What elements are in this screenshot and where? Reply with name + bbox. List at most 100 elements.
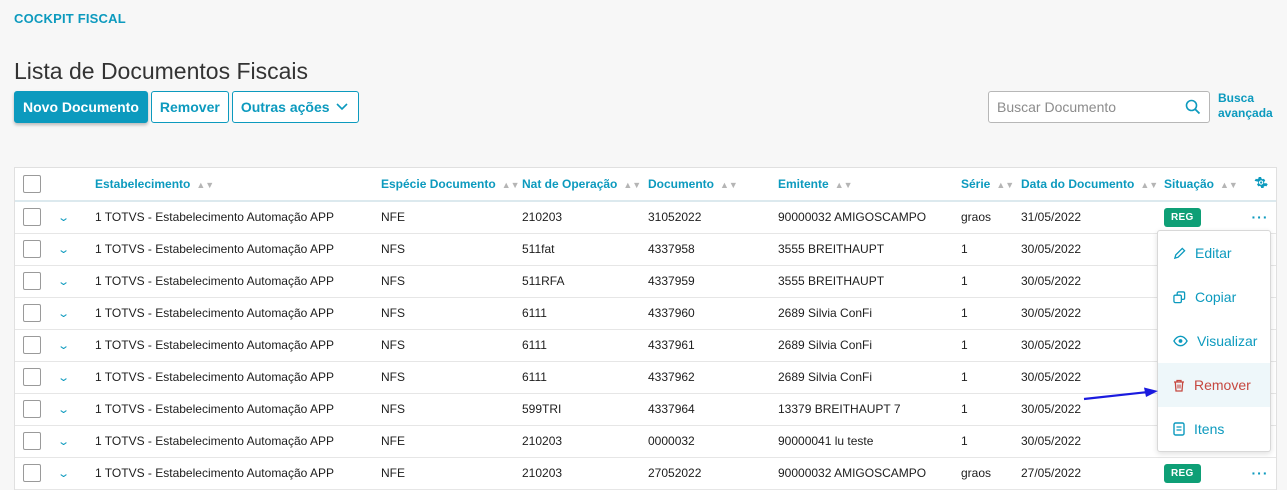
table-row[interactable]: ⌄ 1 TOTVS - Estabelecimento Automação APP… bbox=[15, 265, 1276, 297]
sort-icon[interactable]: ▲▼ bbox=[502, 180, 520, 190]
expand-chevron-icon[interactable]: ⌄ bbox=[59, 307, 70, 320]
column-header[interactable]: Nat de Operação ▲▼ bbox=[522, 168, 648, 201]
table-row[interactable]: ⌄ 1 TOTVS - Estabelecimento Automação APP… bbox=[15, 329, 1276, 361]
sort-icon[interactable]: ▲▼ bbox=[1220, 180, 1238, 190]
cell-doc: 27052022 bbox=[648, 466, 702, 480]
column-header-label: Emitente bbox=[778, 177, 829, 191]
column-header[interactable]: Situação ▲▼ bbox=[1164, 168, 1242, 201]
row-checkbox[interactable] bbox=[23, 368, 41, 386]
cell-estab: 1 TOTVS - Estabelecimento Automação APP bbox=[95, 338, 335, 352]
cell-estab: 1 TOTVS - Estabelecimento Automação APP bbox=[95, 370, 335, 384]
sort-icon[interactable]: ▲▼ bbox=[196, 180, 214, 190]
table-row[interactable]: ⌄ 1 TOTVS - Estabelecimento Automação APP… bbox=[15, 233, 1276, 265]
cell-especie: NFE bbox=[381, 434, 405, 448]
expand-chevron-icon[interactable]: ⌄ bbox=[59, 435, 70, 448]
advanced-search-link[interactable]: Busca avançada bbox=[1218, 91, 1278, 121]
column-header[interactable]: Série ▲▼ bbox=[961, 168, 1021, 201]
cell-serie: graos bbox=[961, 210, 992, 225]
cell-doc: 4337962 bbox=[648, 370, 695, 384]
row-checkbox[interactable] bbox=[23, 304, 41, 322]
gear-icon[interactable] bbox=[1253, 175, 1268, 190]
cell-serie: 1 bbox=[961, 274, 968, 288]
copy-icon bbox=[1173, 290, 1186, 303]
search-icon[interactable] bbox=[1185, 99, 1201, 115]
cell-especie: NFS bbox=[381, 306, 405, 320]
pencil-icon bbox=[1173, 246, 1186, 259]
expand-chevron-icon[interactable]: ⌄ bbox=[59, 371, 70, 384]
annotation-arrow-icon bbox=[1083, 387, 1158, 401]
other-actions-button[interactable]: Outras ações bbox=[231, 91, 359, 123]
cell-especie: NFS bbox=[381, 370, 405, 384]
more-icon[interactable]: ··· bbox=[1252, 209, 1269, 225]
remove-button[interactable]: Remover bbox=[150, 91, 229, 123]
cell-emitente: 2689 Silvia ConFi bbox=[778, 370, 873, 384]
cell-serie: 1 bbox=[961, 242, 968, 256]
menu-item-remove[interactable]: Remover bbox=[1158, 363, 1270, 407]
status-badge: REG bbox=[1164, 207, 1201, 227]
expand-chevron-icon[interactable]: ⌄ bbox=[59, 211, 70, 224]
page-title: Lista de Documentos Fiscais bbox=[14, 58, 309, 84]
row-checkbox[interactable] bbox=[23, 272, 41, 290]
cell-estab: 1 TOTVS - Estabelecimento Automação APP bbox=[95, 274, 335, 288]
cell-doc: 4337959 bbox=[648, 274, 695, 288]
advanced-search-line2: avançada bbox=[1218, 106, 1273, 120]
cell-nat: 599TRI bbox=[522, 402, 562, 416]
column-header-label: Estabelecimento bbox=[95, 177, 191, 191]
expand-chevron-icon[interactable]: ⌄ bbox=[59, 467, 70, 480]
cell-emitente: 2689 Silvia ConFi bbox=[778, 306, 873, 320]
column-header-label: Série bbox=[961, 177, 991, 191]
new-document-button[interactable]: Novo Documento bbox=[14, 91, 148, 123]
cell-nat: 6111 bbox=[522, 306, 547, 320]
other-actions-label: Outras ações bbox=[240, 99, 330, 115]
column-header-label: Nat de Operação bbox=[522, 177, 618, 191]
row-checkbox[interactable] bbox=[23, 464, 41, 482]
list-icon bbox=[1173, 422, 1185, 436]
cell-doc: 4337964 bbox=[648, 402, 695, 416]
column-header[interactable]: Espécie Documento ▲▼ bbox=[381, 168, 522, 201]
table-row[interactable]: ⌄ 1 TOTVS - Estabelecimento Automação APP… bbox=[15, 425, 1276, 457]
column-header[interactable]: Estabelecimento ▲▼ bbox=[95, 168, 381, 201]
column-header[interactable]: Data do Documento ▲▼ bbox=[1021, 168, 1164, 201]
column-header-label: Documento bbox=[648, 177, 714, 191]
table-row[interactable]: ⌄ 1 TOTVS - Estabelecimento Automação APP… bbox=[15, 297, 1276, 329]
table-row[interactable]: ⌄ 1 TOTVS - Estabelecimento Automação APP… bbox=[15, 201, 1276, 233]
sort-icon[interactable]: ▲▼ bbox=[1140, 180, 1158, 190]
breadcrumb[interactable]: COCKPIT FISCAL bbox=[14, 11, 126, 26]
cell-estab: 1 TOTVS - Estabelecimento Automação APP bbox=[95, 242, 335, 256]
cell-doc: 0000032 bbox=[648, 434, 695, 448]
menu-item-label: Visualizar bbox=[1197, 333, 1258, 349]
menu-item-copy[interactable]: Copiar bbox=[1158, 275, 1270, 319]
row-checkbox[interactable] bbox=[23, 336, 41, 354]
more-icon[interactable]: ··· bbox=[1252, 465, 1269, 481]
search-box bbox=[988, 91, 1210, 123]
cell-serie: 1 bbox=[961, 338, 968, 352]
row-checkbox[interactable] bbox=[23, 208, 41, 227]
cell-emitente: 13379 BREITHAUPT 7 bbox=[778, 402, 901, 416]
column-header[interactable]: Emitente ▲▼ bbox=[778, 168, 961, 201]
expand-chevron-icon[interactable]: ⌄ bbox=[59, 403, 70, 416]
sort-icon[interactable]: ▲▼ bbox=[623, 180, 641, 190]
menu-item-items[interactable]: Itens bbox=[1158, 407, 1270, 451]
row-checkbox[interactable] bbox=[23, 432, 41, 450]
select-all-checkbox[interactable] bbox=[23, 175, 41, 193]
cell-nat: 511RFA bbox=[522, 274, 565, 288]
column-header[interactable]: Documento ▲▼ bbox=[648, 168, 778, 201]
row-checkbox[interactable] bbox=[23, 240, 41, 258]
cell-emitente: 3555 BREITHAUPT bbox=[778, 274, 885, 288]
cell-estab: 1 TOTVS - Estabelecimento Automação APP bbox=[95, 402, 335, 416]
expand-chevron-icon[interactable]: ⌄ bbox=[59, 275, 70, 288]
sort-icon[interactable]: ▲▼ bbox=[835, 180, 853, 190]
menu-item-view[interactable]: Visualizar bbox=[1158, 319, 1270, 363]
documents-table: Estabelecimento ▲▼ Espécie Documento ▲▼ Na… bbox=[14, 167, 1277, 490]
sort-icon[interactable]: ▲▼ bbox=[996, 180, 1014, 190]
search-input[interactable] bbox=[997, 99, 1185, 115]
expand-chevron-icon[interactable]: ⌄ bbox=[59, 243, 70, 256]
row-checkbox[interactable] bbox=[23, 400, 41, 418]
menu-item-edit[interactable]: Editar bbox=[1158, 231, 1270, 275]
expand-chevron-icon[interactable]: ⌄ bbox=[59, 339, 70, 352]
cell-doc: 31052022 bbox=[648, 210, 702, 225]
row-actions-menu: Editar Copiar Visualizar Remover Itens bbox=[1157, 230, 1271, 452]
table-row[interactable]: ⌄ 1 TOTVS - Estabelecimento Automação APP… bbox=[15, 457, 1276, 489]
sort-icon[interactable]: ▲▼ bbox=[720, 180, 738, 190]
cell-data: 31/05/2022 bbox=[1021, 210, 1082, 225]
